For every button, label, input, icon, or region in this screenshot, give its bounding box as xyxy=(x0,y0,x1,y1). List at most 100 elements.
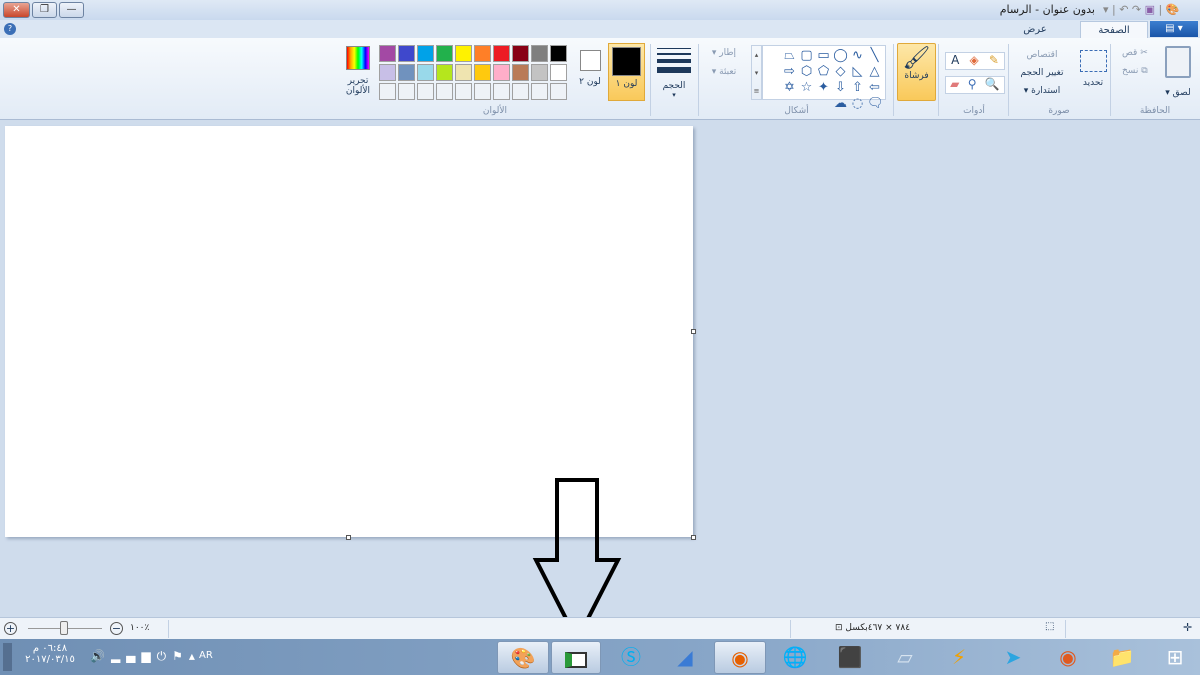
paste-button[interactable]: لصق ▾ xyxy=(1160,88,1196,98)
shape-item[interactable]: ⬠ xyxy=(816,65,831,79)
cut-button[interactable]: ✂ قص xyxy=(1122,48,1148,58)
color-swatch[interactable] xyxy=(474,45,491,62)
color-swatch[interactable] xyxy=(379,83,396,100)
color-swatch[interactable] xyxy=(550,45,567,62)
color-swatch[interactable] xyxy=(550,83,567,100)
start-button[interactable]: ⊞ xyxy=(1150,641,1200,674)
clock[interactable]: ٠٦:٤٨ م ٢٠١٧/٠٣/١٥ xyxy=(20,643,80,665)
color-swatch[interactable] xyxy=(531,83,548,100)
color-swatch[interactable] xyxy=(398,45,415,62)
color-swatch[interactable] xyxy=(550,64,567,81)
quick-access-toolbar[interactable]: ▾ | ↶ ↷ ▣ | 🎨 xyxy=(1103,3,1179,16)
shapes-scroll[interactable]: ▴ ▾ ≡ xyxy=(751,45,762,100)
shape-item[interactable]: ☆ xyxy=(799,81,814,95)
color-swatch[interactable] xyxy=(455,64,472,81)
size-button[interactable]: الحجم ▾ xyxy=(657,46,691,99)
color-swatch[interactable] xyxy=(436,83,453,100)
color-swatch[interactable] xyxy=(474,64,491,81)
resize-handle-corner[interactable] xyxy=(691,535,696,540)
taskbar-winamp[interactable]: ⚡ xyxy=(934,641,984,674)
volume-icon[interactable]: 🔊 xyxy=(90,649,111,663)
taskbar-notepad[interactable]: ▱ xyxy=(880,641,930,674)
shape-item[interactable]: ▭ xyxy=(816,49,831,63)
pencil-tool-icon[interactable]: ✎ xyxy=(989,53,999,69)
save-icon[interactable]: ▣ xyxy=(1145,3,1155,16)
eraser-tool-icon[interactable]: ▰ xyxy=(950,77,959,93)
shape-item[interactable]: ✦ xyxy=(816,81,831,95)
fill-tool-icon[interactable]: ◈ xyxy=(969,53,978,69)
color-swatch[interactable] xyxy=(455,45,472,62)
resize-handle-right[interactable] xyxy=(691,329,696,334)
shape-item[interactable]: ⇧ xyxy=(850,81,865,95)
magnifier-icon[interactable]: 🔍 xyxy=(985,77,1000,93)
color-swatch[interactable] xyxy=(417,45,434,62)
color-swatch[interactable] xyxy=(531,64,548,81)
zoom-out-button[interactable]: − xyxy=(110,622,123,635)
taskbar-firefox-2[interactable]: ◉ xyxy=(1043,641,1093,674)
color-swatch[interactable] xyxy=(379,45,396,62)
language-indicator[interactable]: AR xyxy=(199,650,213,661)
file-menu-button[interactable]: ▤ ▾ xyxy=(1150,21,1198,37)
tab-view[interactable]: عرض xyxy=(1010,21,1060,39)
resize-button[interactable]: تغيير الحجم xyxy=(1010,68,1074,78)
outline-button[interactable]: إطار ▾ xyxy=(702,48,746,58)
color-swatch[interactable] xyxy=(474,83,491,100)
taskbar-download-manager[interactable]: 🌐 xyxy=(770,641,820,674)
color-swatch[interactable] xyxy=(493,64,510,81)
color-swatch[interactable] xyxy=(512,64,529,81)
shape-item[interactable]: ✡ xyxy=(782,81,797,95)
shape-item[interactable]: ◺ xyxy=(850,65,865,79)
taskbar-paint[interactable]: 🎨 xyxy=(497,641,549,674)
color-swatch[interactable] xyxy=(436,45,453,62)
edit-colors-button[interactable]: تحرير الألوان xyxy=(343,46,373,96)
rotate-button[interactable]: استدارة ▾ xyxy=(1010,86,1074,96)
shape-item[interactable]: ⇨ xyxy=(782,65,797,79)
crop-button[interactable]: اقتصاص xyxy=(1010,50,1074,60)
minimize-button[interactable]: — xyxy=(59,2,84,18)
select-icon[interactable] xyxy=(1080,50,1107,72)
shape-item[interactable]: △ xyxy=(867,65,882,79)
taskbar-telegram[interactable]: ➤ xyxy=(988,641,1038,674)
color-swatch[interactable] xyxy=(379,64,396,81)
brushes-button[interactable]: 🖌 فرشاة xyxy=(897,43,936,101)
resize-handle-bottom[interactable] xyxy=(346,535,351,540)
taskbar-skype[interactable]: Ⓢ xyxy=(606,641,656,674)
taskbar-firefox[interactable]: ◉ xyxy=(714,641,766,674)
color-swatch[interactable] xyxy=(455,83,472,100)
zoom-slider-thumb[interactable] xyxy=(60,621,68,635)
color-picker-icon[interactable]: ⚲ xyxy=(968,77,977,93)
tab-home[interactable]: الصفحة الرئيسية xyxy=(1080,21,1148,53)
color2-button[interactable]: لون ٢ xyxy=(577,48,603,100)
zoom-in-button[interactable]: + xyxy=(4,622,17,635)
color-swatch[interactable] xyxy=(512,83,529,100)
shape-item[interactable]: ◯ xyxy=(833,49,848,63)
color-swatch[interactable] xyxy=(436,64,453,81)
shape-item[interactable]: ⇩ xyxy=(833,81,848,95)
power-icon[interactable]: ⏻ xyxy=(157,649,173,663)
text-tool-icon[interactable]: A xyxy=(951,53,959,69)
taskbar-shortcut[interactable]: ⬛ xyxy=(825,641,875,674)
color-swatch[interactable] xyxy=(493,45,510,62)
fill-button[interactable]: تعبئة ▾ xyxy=(702,67,746,77)
close-button[interactable]: ✕ xyxy=(3,2,30,18)
color-swatch[interactable] xyxy=(417,64,434,81)
action-center-icon[interactable]: ⚑ xyxy=(172,649,189,663)
shape-item[interactable]: ⏢ xyxy=(782,49,797,63)
copy-button[interactable]: ⧉ نسخ xyxy=(1122,66,1148,76)
color1-button[interactable]: لون ١ xyxy=(608,43,645,101)
shape-item[interactable]: ⇦ xyxy=(867,81,882,95)
help-icon[interactable]: ? xyxy=(4,23,16,35)
show-desktop-button[interactable] xyxy=(3,643,12,671)
shape-item[interactable]: ╲ xyxy=(867,49,882,63)
color-swatch[interactable] xyxy=(398,83,415,100)
color-swatch[interactable] xyxy=(512,45,529,62)
clipboard-icon[interactable] xyxy=(1165,46,1191,78)
color-swatch[interactable] xyxy=(398,64,415,81)
taskbar-window-preview[interactable] xyxy=(551,641,601,674)
shape-item[interactable]: ◇ xyxy=(833,65,848,79)
color-swatch[interactable] xyxy=(493,83,510,100)
shape-item[interactable]: ∿ xyxy=(850,49,865,63)
taskbar-app[interactable]: ◢ xyxy=(660,641,710,674)
shape-item[interactable]: ⬡ xyxy=(799,65,814,79)
network-icon[interactable]: ▂▄▆ xyxy=(111,649,157,663)
